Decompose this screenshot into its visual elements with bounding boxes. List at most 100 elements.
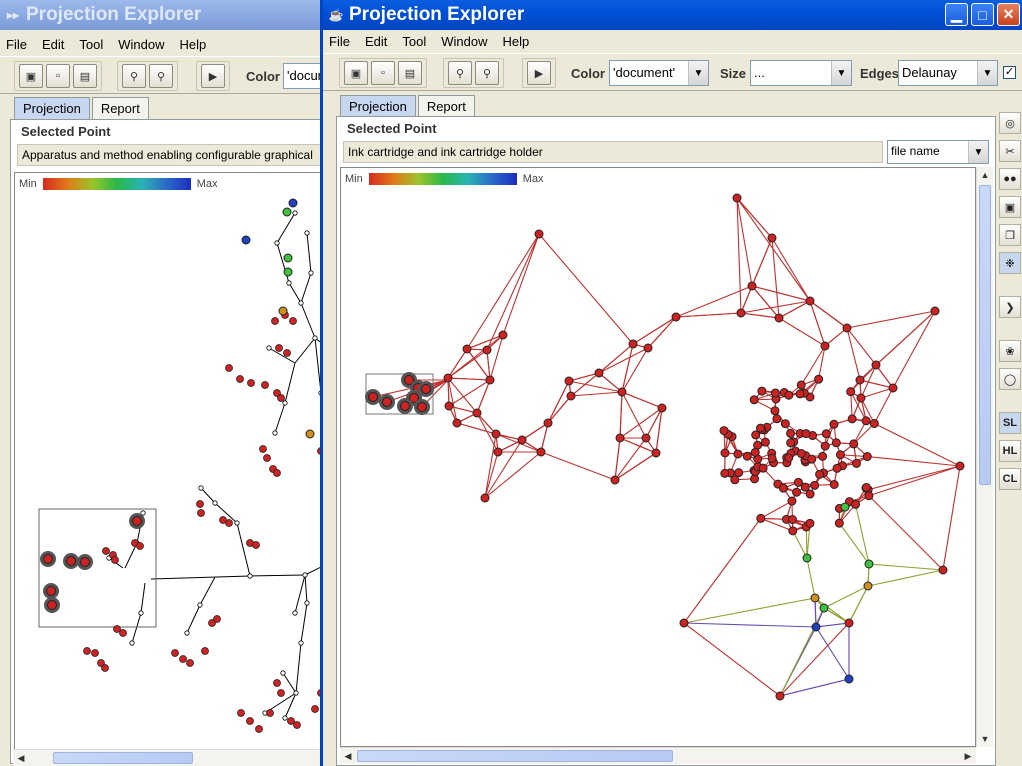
window-title: Projection Explorer bbox=[26, 4, 202, 25]
speech-icon[interactable]: ◯ bbox=[999, 368, 1021, 390]
toolbar: ▣ ▫ ▤ ⚲ ⚲ ▶ Color 'document' ▼ Size ... … bbox=[323, 53, 1022, 91]
save-icon[interactable]: ▤ bbox=[73, 64, 97, 88]
zoom-tool-group: ⚲ ⚲ bbox=[117, 61, 178, 91]
menu-help[interactable]: Help bbox=[496, 34, 538, 49]
size-combo-value: ... bbox=[754, 65, 765, 80]
zoom-in-icon[interactable]: ⚲ bbox=[448, 61, 472, 85]
minimize-icon[interactable]: ▁ bbox=[945, 3, 968, 26]
copy-icon[interactable]: ❐ bbox=[999, 224, 1021, 246]
color-combo[interactable]: 'document' ▼ bbox=[609, 60, 709, 86]
chevron-down-icon[interactable]: ▼ bbox=[968, 141, 988, 163]
binoculars-icon[interactable]: ●● bbox=[999, 168, 1021, 190]
chevron-right-icon[interactable]: ❯ bbox=[999, 296, 1021, 318]
close-icon[interactable]: ✕ bbox=[997, 3, 1020, 26]
menu-tool[interactable]: Tool bbox=[396, 34, 435, 49]
edges-label: Edges bbox=[860, 66, 900, 81]
edges-checkbox[interactable]: ✓ bbox=[1003, 66, 1016, 79]
delaunay-projection bbox=[365, 193, 965, 701]
toolbar: ▣ ▫ ▤ ⚲ ⚲ ▶ Color 'docum bbox=[0, 56, 322, 94]
projection-panel: Selected Point Apparatus and method enab… bbox=[10, 119, 322, 764]
label-field-combo[interactable]: file name ▼ bbox=[887, 140, 989, 164]
hl-button[interactable]: HL bbox=[999, 440, 1021, 462]
play-icon[interactable]: ▶ bbox=[527, 61, 551, 85]
scroll-left-icon[interactable]: ◀ bbox=[13, 750, 29, 766]
horizontal-scrollbar[interactable]: ◀ ▶ bbox=[340, 747, 976, 764]
zoom-out-icon[interactable]: ⚲ bbox=[475, 61, 499, 85]
label-field-value: file name bbox=[891, 144, 940, 158]
menu-tool[interactable]: Tool bbox=[73, 37, 112, 52]
tab-report[interactable]: Report bbox=[91, 97, 149, 119]
selected-point-title: Selected Point bbox=[21, 124, 111, 139]
run-tool-group: ▶ bbox=[522, 58, 556, 88]
zoom-in-icon[interactable]: ⚲ bbox=[122, 64, 146, 88]
sl-button[interactable]: SL bbox=[999, 412, 1021, 434]
frame-icon[interactable]: ▣ bbox=[999, 196, 1021, 218]
scroll-up-icon[interactable]: ▲ bbox=[977, 167, 993, 183]
side-toolbar: ◎ ✂ ●● ▣ ❐ ❉ ❯ ❀ ◯ SL HL CL bbox=[998, 110, 1022, 766]
window-controls: ▁ □ ✕ bbox=[945, 3, 1020, 26]
scroll-thumb[interactable] bbox=[53, 752, 193, 764]
play-icon[interactable]: ▶ bbox=[201, 64, 225, 88]
selected-point-field[interactable]: Apparatus and method enabling configurab… bbox=[17, 144, 322, 166]
tab-strip: Projection Report bbox=[340, 95, 477, 117]
open-icon[interactable]: ▫ bbox=[46, 64, 70, 88]
scroll-left-icon[interactable]: ◀ bbox=[340, 748, 356, 764]
front-window-titlebar[interactable]: ☕ Projection Explorer ▁ □ ✕ bbox=[323, 0, 1022, 30]
menu-bar: File Edit Tool Window Help bbox=[0, 33, 322, 55]
new-icon[interactable]: ▣ bbox=[19, 64, 43, 88]
open-icon[interactable]: ▫ bbox=[371, 61, 395, 85]
chevron-down-icon[interactable]: ▼ bbox=[977, 61, 997, 85]
zoom-tool-group: ⚲ ⚲ bbox=[443, 58, 504, 88]
tab-strip: Projection Report bbox=[14, 97, 151, 119]
file-tool-group: ▣ ▫ ▤ bbox=[14, 61, 102, 91]
tab-projection[interactable]: Projection bbox=[340, 95, 416, 117]
edges-combo-value: Delaunay bbox=[902, 65, 957, 80]
selected-point-field[interactable]: Ink cartridge and ink cartridge holder bbox=[343, 141, 883, 163]
tool-icon[interactable]: ❀ bbox=[999, 340, 1021, 362]
java-icon: ▸▸ bbox=[6, 8, 20, 22]
edges-combo[interactable]: Delaunay ▼ bbox=[898, 60, 998, 86]
tree-projection bbox=[38, 198, 322, 733]
horizontal-scrollbar[interactable]: ◀ bbox=[13, 749, 322, 766]
selected-point-title: Selected Point bbox=[347, 121, 437, 136]
back-window: ▸▸ Projection Explorer File Edit Tool Wi… bbox=[0, 0, 322, 766]
chevron-down-icon[interactable]: ▼ bbox=[831, 61, 851, 85]
menu-file[interactable]: File bbox=[323, 34, 359, 49]
cl-button[interactable]: CL bbox=[999, 468, 1021, 490]
circle-icon[interactable]: ◎ bbox=[999, 112, 1021, 134]
scroll-right-icon[interactable]: ▶ bbox=[960, 748, 976, 764]
menu-edit[interactable]: Edit bbox=[359, 34, 396, 49]
save-icon[interactable]: ▤ bbox=[398, 61, 422, 85]
size-combo[interactable]: ... ▼ bbox=[750, 60, 852, 86]
menu-window[interactable]: Window bbox=[435, 34, 496, 49]
color-combo-value: 'document' bbox=[613, 65, 676, 80]
chevron-down-icon[interactable]: ▼ bbox=[688, 61, 708, 85]
projection-canvas[interactable]: Min Max bbox=[340, 167, 976, 747]
projection-panel: Selected Point Ink cartridge and ink car… bbox=[336, 116, 996, 766]
zoom-out-icon[interactable]: ⚲ bbox=[149, 64, 173, 88]
back-window-titlebar[interactable]: ▸▸ Projection Explorer bbox=[0, 0, 322, 30]
maximize-icon[interactable]: □ bbox=[971, 3, 994, 26]
menu-help[interactable]: Help bbox=[173, 37, 215, 52]
file-tool-group: ▣ ▫ ▤ bbox=[339, 58, 427, 88]
menu-bar: File Edit Tool Window Help bbox=[323, 30, 1022, 52]
scroll-thumb[interactable] bbox=[357, 750, 673, 762]
tab-report[interactable]: Report bbox=[417, 95, 475, 117]
scissors-icon[interactable]: ✂ bbox=[999, 140, 1021, 162]
color-label: Color bbox=[246, 69, 280, 84]
projection-canvas[interactable]: Min Max bbox=[14, 172, 322, 750]
vertical-scrollbar[interactable]: ▲ ▼ bbox=[976, 167, 993, 747]
menu-window[interactable]: Window bbox=[112, 37, 173, 52]
new-icon[interactable]: ▣ bbox=[344, 61, 368, 85]
size-label: Size bbox=[720, 66, 747, 81]
cluster-icon[interactable]: ❉ bbox=[999, 252, 1021, 274]
scroll-thumb[interactable] bbox=[979, 185, 991, 485]
front-window: ☕ Projection Explorer ▁ □ ✕ File Edit To… bbox=[320, 0, 1022, 766]
menu-edit[interactable]: Edit bbox=[36, 37, 73, 52]
java-icon: ☕ bbox=[328, 8, 344, 22]
tab-projection[interactable]: Projection bbox=[14, 97, 90, 119]
menu-file[interactable]: File bbox=[0, 37, 36, 52]
color-combo[interactable]: 'docum bbox=[283, 63, 322, 89]
run-tool-group: ▶ bbox=[196, 61, 230, 91]
scroll-down-icon[interactable]: ▼ bbox=[977, 731, 993, 747]
